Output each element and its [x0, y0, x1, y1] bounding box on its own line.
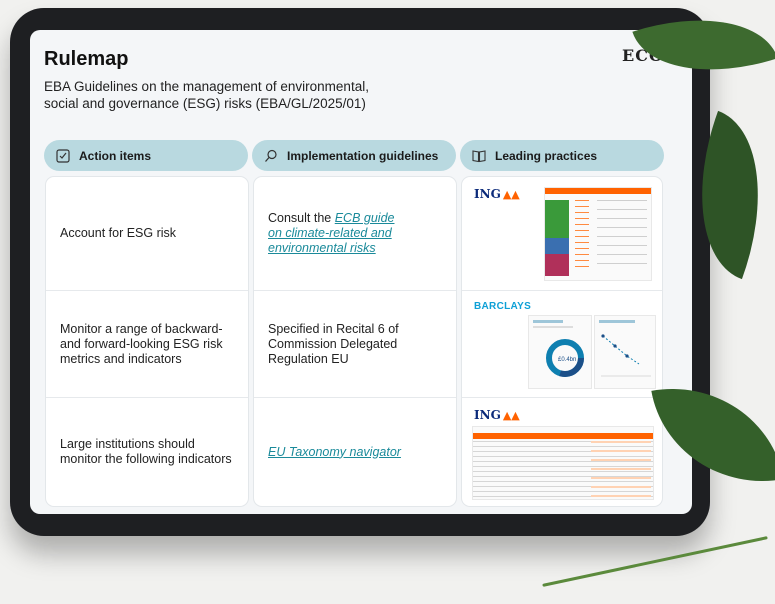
tab-leading-practices-label: Leading practices	[495, 148, 598, 163]
guideline-row-1: Consult the ECB guide on climate-related…	[254, 177, 456, 290]
barclays-logo: BARCLAYS	[474, 301, 532, 312]
barclays-value-label: £0.4bn	[558, 357, 576, 363]
eu-taxonomy-link[interactable]: EU Taxonomy navigator	[268, 445, 401, 460]
guideline-row-2: Specified in Recital 6 of Commission Del…	[254, 290, 456, 397]
checkbox-icon	[56, 148, 70, 163]
tablet-frame: Rulemap ECO.I EBA Guidelines on the mana…	[10, 8, 710, 536]
page-subtitle: EBA Guidelines on the management of envi…	[44, 79, 369, 111]
tab-leading-practices[interactable]: Leading practices	[460, 140, 664, 171]
action-item-row-1: Account for ESG risk	[60, 226, 177, 240]
practice-row-1[interactable]: ING ▲▲	[462, 177, 662, 290]
guideline-text: Specified in Recital 6 of Commission Del…	[268, 321, 399, 366]
ing-logo: ING ▲▲	[474, 408, 520, 422]
ing-logo: ING ▲▲	[474, 187, 520, 201]
ing-table-thumbnail	[472, 426, 654, 500]
ing-report-thumbnail	[544, 187, 652, 281]
guideline-text: Consult the	[268, 211, 335, 225]
tab-action-items[interactable]: Action items	[44, 140, 248, 171]
action-item-row-3: Large institutions should monitor the fo…	[46, 397, 248, 506]
tab-action-items-label: Action items	[79, 148, 152, 163]
app-screen: Rulemap ECO.I EBA Guidelines on the mana…	[30, 30, 692, 514]
tab-implementation-label: Implementation guidelines	[287, 148, 439, 163]
tab-implementation-guidelines[interactable]: Implementation guidelines	[252, 140, 456, 171]
magnifier-doc-icon	[265, 149, 277, 162]
lion-icon: ▲▲	[502, 188, 520, 201]
practice-row-3[interactable]: ING ▲▲	[462, 397, 662, 507]
guideline-row-3: EU Taxonomy navigator	[254, 397, 456, 506]
implementation-column: Consult the ECB guide on climate-related…	[254, 177, 456, 506]
book-icon	[472, 149, 486, 162]
barclays-trend-thumbnail	[594, 315, 656, 389]
action-item-row-2: Monitor a range of backward-and forward-…	[46, 290, 248, 397]
barclays-chart-thumbnail: £0.4bn	[528, 315, 592, 389]
page-title: Rulemap	[44, 48, 129, 70]
leading-practices-column: ING ▲▲ BARCLAYS £0.4bn ING ▲▲	[462, 177, 662, 506]
lion-icon: ▲▲	[502, 409, 520, 422]
practice-row-2[interactable]: BARCLAYS £0.4bn	[462, 290, 662, 398]
action-items-column: Account for ESG risk Monitor a range of …	[46, 177, 248, 506]
